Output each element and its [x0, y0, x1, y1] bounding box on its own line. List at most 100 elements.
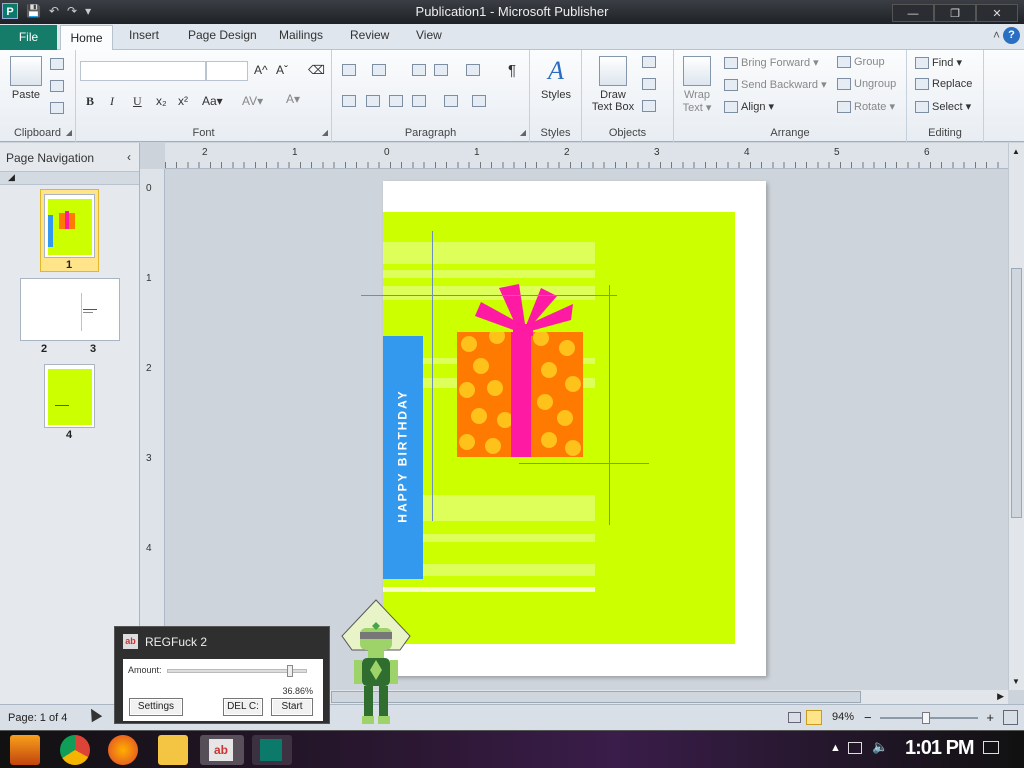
- tab-home[interactable]: Home: [60, 25, 113, 51]
- change-case-button[interactable]: Aa▾: [202, 94, 223, 108]
- font-launcher-icon[interactable]: ◢: [322, 128, 328, 137]
- increase-indent-icon[interactable]: [434, 64, 451, 77]
- zoom-slider[interactable]: − +: [864, 710, 994, 725]
- scroll-up-icon[interactable]: ▲: [1012, 147, 1020, 156]
- format-painter-icon[interactable]: [50, 102, 67, 115]
- line-spacing-icon[interactable]: [444, 95, 461, 108]
- table-icon[interactable]: [642, 78, 659, 91]
- publisher-taskbar-button[interactable]: [252, 735, 292, 765]
- decrease-indent-icon[interactable]: [412, 64, 429, 77]
- single-page-view-icon[interactable]: [788, 712, 801, 723]
- group-button[interactable]: Group: [837, 56, 885, 69]
- show-paragraph-marks-button[interactable]: ¶: [508, 62, 516, 79]
- align-button[interactable]: Align ▾: [724, 100, 774, 114]
- wrap-text-button[interactable]: Wrap Text ▾: [678, 56, 716, 114]
- picture-icon[interactable]: [642, 56, 659, 69]
- zoom-slider-thumb[interactable]: [922, 712, 930, 724]
- chrome-icon[interactable]: [60, 735, 90, 765]
- justify-icon[interactable]: [412, 95, 429, 108]
- page-indicator[interactable]: Page: 1 of 4: [8, 712, 67, 724]
- ungroup-button[interactable]: Ungroup: [837, 78, 896, 91]
- rotate-button[interactable]: Rotate ▾: [837, 100, 895, 114]
- tab-page-design[interactable]: Page Design: [188, 28, 257, 42]
- vertical-ruler[interactable]: 0 1 2 3 4: [140, 169, 165, 690]
- tab-file[interactable]: File: [0, 25, 57, 50]
- align-left-icon[interactable]: [342, 95, 359, 108]
- minimize-ribbon-icon[interactable]: ˄: [993, 28, 1000, 42]
- desktop-character-image[interactable]: [340, 598, 412, 730]
- amount-slider-thumb[interactable]: [287, 665, 293, 677]
- regfuck-dialog[interactable]: ab REGFuck 2 Amount: 36.86% Settings DEL…: [114, 626, 330, 724]
- bullets-icon[interactable]: [342, 64, 359, 77]
- tab-mailings[interactable]: Mailings: [279, 28, 323, 42]
- system-clock[interactable]: 1:01 PM: [905, 737, 975, 760]
- horizontal-ruler[interactable]: 2 1 0 1 2 3 4 5 6: [165, 143, 1008, 169]
- fit-page-icon[interactable]: [1003, 710, 1018, 725]
- two-page-spread-icon[interactable]: [806, 710, 822, 725]
- file-explorer-icon[interactable]: [158, 735, 188, 765]
- bring-forward-button[interactable]: Bring Forward ▾: [724, 56, 819, 70]
- send-backward-button[interactable]: Send Backward ▾: [724, 78, 827, 92]
- page-thumb-4[interactable]: [44, 364, 95, 428]
- zoom-out-icon[interactable]: −: [864, 710, 872, 725]
- page-1[interactable]: HAPPY BIRTHDAY: [361, 181, 766, 676]
- amount-slider[interactable]: [167, 665, 307, 677]
- italic-button[interactable]: I: [110, 94, 114, 109]
- help-icon[interactable]: ?: [1003, 27, 1020, 44]
- replace-button[interactable]: Replace: [915, 78, 972, 91]
- shapes-icon[interactable]: [642, 100, 659, 113]
- document-workspace[interactable]: HAPPY BIRTHDAY: [165, 169, 1008, 690]
- character-spacing-button[interactable]: AV▾: [242, 94, 263, 108]
- tab-view[interactable]: View: [416, 28, 442, 42]
- collapse-pane-icon[interactable]: ‹: [127, 150, 131, 164]
- superscript-button[interactable]: x²: [178, 94, 188, 108]
- columns-icon[interactable]: [466, 64, 483, 77]
- align-right-icon[interactable]: [389, 95, 406, 108]
- scroll-down-icon[interactable]: ▼: [1012, 677, 1020, 686]
- styles-button[interactable]: A Styles: [536, 56, 576, 101]
- scroll-right-icon[interactable]: ▶: [997, 691, 1004, 702]
- settings-button[interactable]: Settings: [129, 698, 183, 716]
- notifications-icon[interactable]: [983, 741, 999, 754]
- paragraph-launcher-icon[interactable]: ◢: [520, 128, 526, 137]
- bold-button[interactable]: B: [86, 94, 94, 109]
- show-hidden-icons[interactable]: ▲: [830, 742, 841, 754]
- minimize-button[interactable]: —: [892, 4, 934, 22]
- shrink-font-button[interactable]: Aˇ: [276, 63, 288, 77]
- network-icon[interactable]: [848, 742, 862, 754]
- clear-formatting-icon[interactable]: ⌫: [308, 63, 325, 77]
- firefox-icon[interactable]: [108, 735, 138, 765]
- gift-bow-image[interactable]: [473, 284, 583, 336]
- clipboard-launcher-icon[interactable]: ◢: [66, 128, 72, 137]
- birthday-card-background[interactable]: HAPPY BIRTHDAY: [383, 212, 735, 644]
- volume-icon[interactable]: 🔈: [872, 739, 888, 755]
- zoom-in-icon[interactable]: +: [986, 710, 994, 725]
- draw-text-box-button[interactable]: Draw Text Box: [586, 56, 640, 113]
- start-button-icon[interactable]: [10, 735, 40, 765]
- find-button[interactable]: Find ▾: [915, 56, 962, 70]
- paragraph-spacing-icon[interactable]: [472, 95, 489, 108]
- cut-icon[interactable]: [50, 58, 67, 71]
- vertical-scroll-thumb[interactable]: [1011, 268, 1022, 518]
- align-center-icon[interactable]: [366, 95, 383, 108]
- gift-box-image[interactable]: [457, 332, 583, 457]
- numbering-icon[interactable]: [372, 64, 389, 77]
- grow-font-button[interactable]: A^: [254, 63, 268, 77]
- start-button[interactable]: Start: [271, 698, 313, 716]
- del-c-button[interactable]: DEL C:: [223, 698, 263, 716]
- vertical-scrollbar[interactable]: ▲ ▼: [1008, 143, 1024, 690]
- page-thumb-2-3[interactable]: [20, 278, 120, 341]
- paste-button[interactable]: Paste: [8, 56, 44, 101]
- underline-button[interactable]: U: [133, 94, 142, 109]
- regfuck-taskbar-button[interactable]: ab: [200, 735, 244, 765]
- select-button[interactable]: Select ▾: [915, 100, 971, 114]
- font-name-combo[interactable]: [80, 61, 206, 81]
- copy-icon[interactable]: [50, 80, 67, 93]
- close-button[interactable]: ✕: [976, 4, 1018, 22]
- subscript-button[interactable]: x₂: [156, 94, 167, 108]
- tab-review[interactable]: Review: [350, 28, 389, 42]
- tab-insert[interactable]: Insert: [129, 28, 159, 42]
- happy-birthday-text[interactable]: HAPPY BIRTHDAY: [396, 340, 410, 573]
- font-color-button[interactable]: A▾: [286, 92, 300, 106]
- font-size-combo[interactable]: [206, 61, 248, 81]
